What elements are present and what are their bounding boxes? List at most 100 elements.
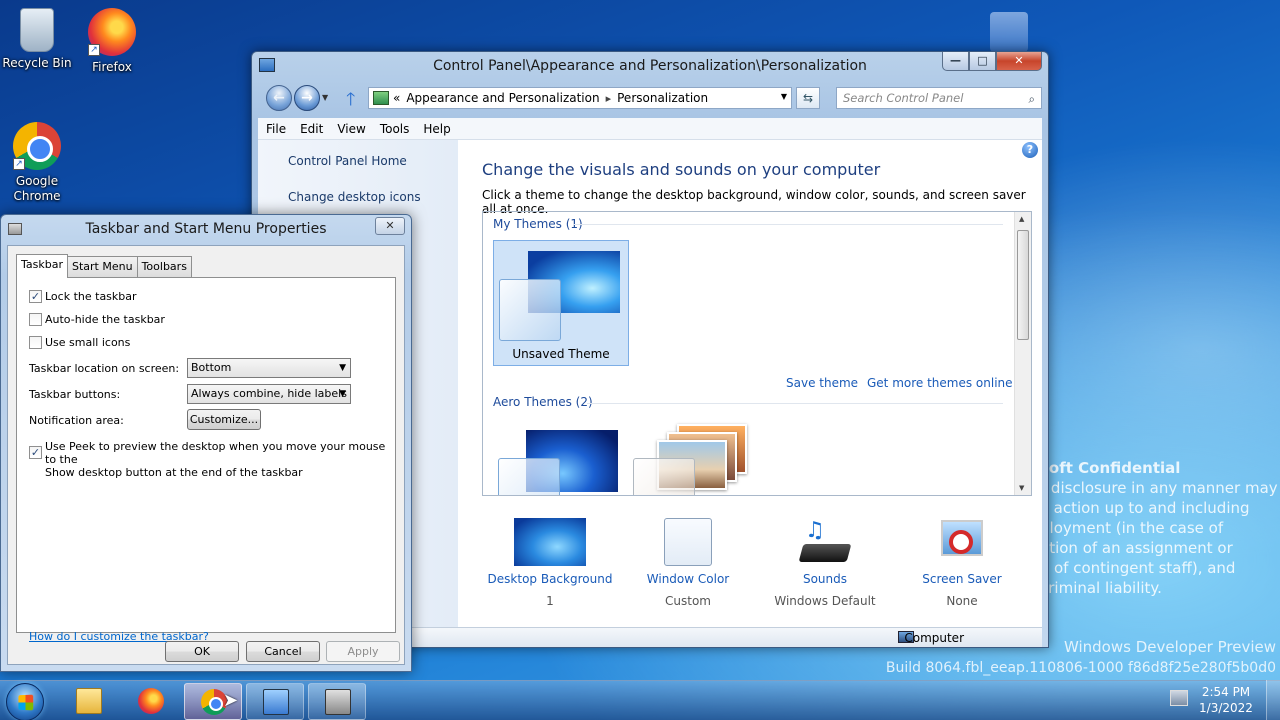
theme-windows[interactable] bbox=[498, 430, 620, 495]
desktop-icon-recycle-bin[interactable]: Recycle Bin bbox=[0, 8, 77, 70]
scroll-down-icon[interactable]: ▼ bbox=[1019, 484, 1024, 492]
lock-taskbar-checkbox[interactable]: ✓ bbox=[29, 290, 42, 303]
autohide-option[interactable]: Auto-hide the taskbar bbox=[29, 313, 165, 326]
apply-button[interactable]: Apply bbox=[326, 641, 400, 662]
shortcut-arrow-icon: ↗ bbox=[13, 158, 25, 170]
desktop-icon-firefox[interactable]: ↗ Firefox bbox=[72, 8, 152, 74]
maximize-button[interactable]: □ bbox=[969, 52, 996, 71]
refresh-button[interactable]: ⇆ bbox=[796, 87, 820, 109]
taskbar-control-panel[interactable] bbox=[246, 683, 304, 720]
small-icons-option[interactable]: Use small icons bbox=[29, 336, 130, 349]
address-dropdown-icon[interactable]: ▼ bbox=[781, 92, 787, 101]
system-clock[interactable]: 2:54 PM 1/3/2022 bbox=[1196, 684, 1256, 716]
search-icon: ⌕ bbox=[1028, 92, 1035, 106]
taskbar bbox=[0, 680, 1280, 720]
dialog-close-button[interactable]: ✕ bbox=[375, 217, 405, 235]
theme-unsaved[interactable]: Unsaved Theme bbox=[493, 240, 629, 366]
theme-list[interactable]: My Themes (1) Unsaved Theme Save theme G… bbox=[482, 211, 1032, 496]
control-panel-icon bbox=[373, 91, 389, 105]
chevron-down-icon: ▼ bbox=[339, 363, 346, 373]
scroll-up-icon[interactable]: ▲ bbox=[1019, 215, 1024, 223]
tab-start-menu[interactable]: Start Menu bbox=[67, 256, 138, 277]
notification-label: Notification area: bbox=[29, 414, 124, 427]
group-my-themes: My Themes (1) bbox=[493, 217, 583, 231]
screen-saver-item[interactable]: Screen Saver None bbox=[892, 514, 1032, 608]
address-overflow-chevron[interactable]: « bbox=[393, 91, 400, 105]
buttons-label: Taskbar buttons: bbox=[29, 388, 121, 401]
page-title: Change the visuals and sounds on your co… bbox=[482, 160, 881, 179]
desktop-icon-label: Firefox bbox=[92, 60, 132, 74]
buttons-select[interactable]: Always combine, hide labels ▼ bbox=[187, 384, 351, 404]
dialog-title: Taskbar and Start Menu Properties bbox=[85, 221, 327, 237]
menu-tools[interactable]: Tools bbox=[380, 122, 410, 136]
group-aero-themes: Aero Themes (2) bbox=[493, 395, 593, 409]
personalization-main: ? Change the visuals and sounds on your … bbox=[458, 140, 1042, 627]
theme-list-scrollbar[interactable]: ▲ ▼ bbox=[1014, 212, 1031, 495]
menu-edit[interactable]: Edit bbox=[300, 122, 323, 136]
shortcut-arrow-icon: ↗ bbox=[88, 44, 100, 56]
network-tray-icon[interactable] bbox=[1170, 690, 1188, 706]
menu-help[interactable]: Help bbox=[423, 122, 450, 136]
chevron-down-icon: ▼ bbox=[339, 389, 346, 399]
menu-view[interactable]: View bbox=[337, 122, 365, 136]
lock-taskbar-option[interactable]: ✓ Lock the taskbar bbox=[29, 290, 137, 303]
small-icons-checkbox[interactable] bbox=[29, 336, 42, 349]
minimize-button[interactable]: — bbox=[942, 52, 969, 71]
peek-option[interactable]: ✓ Use Peek to preview the desktop when y… bbox=[29, 440, 395, 479]
breadcrumb-separator-icon[interactable]: ▸ bbox=[606, 92, 612, 105]
location-label: Taskbar location on screen: bbox=[29, 362, 180, 375]
breadcrumb-appearance[interactable]: Appearance and Personalization bbox=[406, 91, 599, 105]
get-more-themes-link[interactable]: Get more themes online bbox=[867, 376, 1013, 390]
back-button[interactable]: ← bbox=[266, 85, 292, 111]
show-desktop-button[interactable] bbox=[1266, 680, 1280, 720]
breadcrumb-personalization[interactable]: Personalization bbox=[617, 91, 708, 105]
tab-taskbar[interactable]: Taskbar bbox=[16, 254, 68, 278]
search-input[interactable]: Search Control Panel ⌕ bbox=[836, 87, 1042, 109]
tab-strip: Taskbar Start Menu Toolbars bbox=[16, 254, 192, 278]
build-watermark-line1: Windows Developer Preview bbox=[1063, 638, 1276, 656]
sounds-item[interactable]: ♫ Sounds Windows Default bbox=[755, 514, 895, 608]
confidential-notice: soft Confidential r disclosure in any ma… bbox=[1040, 459, 1278, 597]
address-bar[interactable]: « Appearance and Personalization ▸ Perso… bbox=[368, 87, 792, 109]
window-title: Control Panel\Appearance and Personaliza… bbox=[433, 58, 867, 74]
location-select[interactable]: Bottom ▼ bbox=[187, 358, 351, 378]
peek-checkbox[interactable]: ✓ bbox=[29, 446, 42, 459]
taskbar-tab-page: ✓ Lock the taskbar Auto-hide the taskbar… bbox=[16, 277, 396, 643]
title-bar[interactable]: Control Panel\Appearance and Personaliza… bbox=[252, 52, 1048, 80]
desktop-background-item[interactable]: Desktop Background 1 bbox=[480, 514, 620, 608]
status-computer: Computer bbox=[904, 631, 964, 645]
taskbar-explorer[interactable] bbox=[60, 683, 118, 720]
autohide-checkbox[interactable] bbox=[29, 313, 42, 326]
theme-name: Unsaved Theme bbox=[512, 347, 610, 361]
save-theme-link[interactable]: Save theme bbox=[786, 376, 858, 390]
desktop-background-icon bbox=[514, 518, 586, 566]
tab-toolbars[interactable]: Toolbars bbox=[136, 256, 192, 277]
desktop-icon-chrome[interactable]: ↗ Google Chrome bbox=[0, 122, 77, 204]
window-color-item[interactable]: Window Color Custom bbox=[618, 514, 758, 608]
sounds-icon: ♫ bbox=[798, 518, 852, 566]
theme-landscapes[interactable] bbox=[633, 424, 763, 495]
menu-file[interactable]: File bbox=[266, 122, 286, 136]
window-color-icon bbox=[664, 518, 712, 566]
taskbar-firefox[interactable] bbox=[122, 683, 180, 720]
cancel-button[interactable]: Cancel bbox=[246, 641, 320, 662]
up-arrow-icon[interactable]: 🡑 bbox=[346, 87, 355, 117]
sidebar-link-control-panel-home[interactable]: Control Panel Home bbox=[288, 154, 407, 168]
theme-preview-window bbox=[633, 458, 695, 495]
build-watermark-line2: Build 8064.fbl_eeap.110806-1000 f86d8f25… bbox=[885, 660, 1276, 676]
desktop-icon-label: Recycle Bin bbox=[2, 56, 72, 70]
ok-button[interactable]: OK bbox=[165, 641, 239, 662]
help-icon[interactable]: ? bbox=[1022, 142, 1038, 158]
forward-button[interactable]: → bbox=[294, 85, 320, 111]
history-dropdown-icon[interactable]: ▼ bbox=[322, 93, 332, 102]
customize-button[interactable]: Customize... bbox=[187, 409, 261, 430]
folder-icon bbox=[76, 688, 102, 714]
mouse-cursor-icon: ➤ bbox=[223, 690, 239, 711]
scrollbar-thumb[interactable] bbox=[1017, 230, 1029, 340]
close-button[interactable]: ✕ bbox=[996, 52, 1042, 71]
start-button[interactable] bbox=[6, 683, 44, 720]
theme-preview-window bbox=[499, 279, 561, 341]
clock-time: 2:54 PM bbox=[1201, 685, 1251, 699]
taskbar-taskbar-properties[interactable] bbox=[308, 683, 366, 720]
sidebar-link-change-desktop-icons[interactable]: Change desktop icons bbox=[288, 190, 421, 204]
